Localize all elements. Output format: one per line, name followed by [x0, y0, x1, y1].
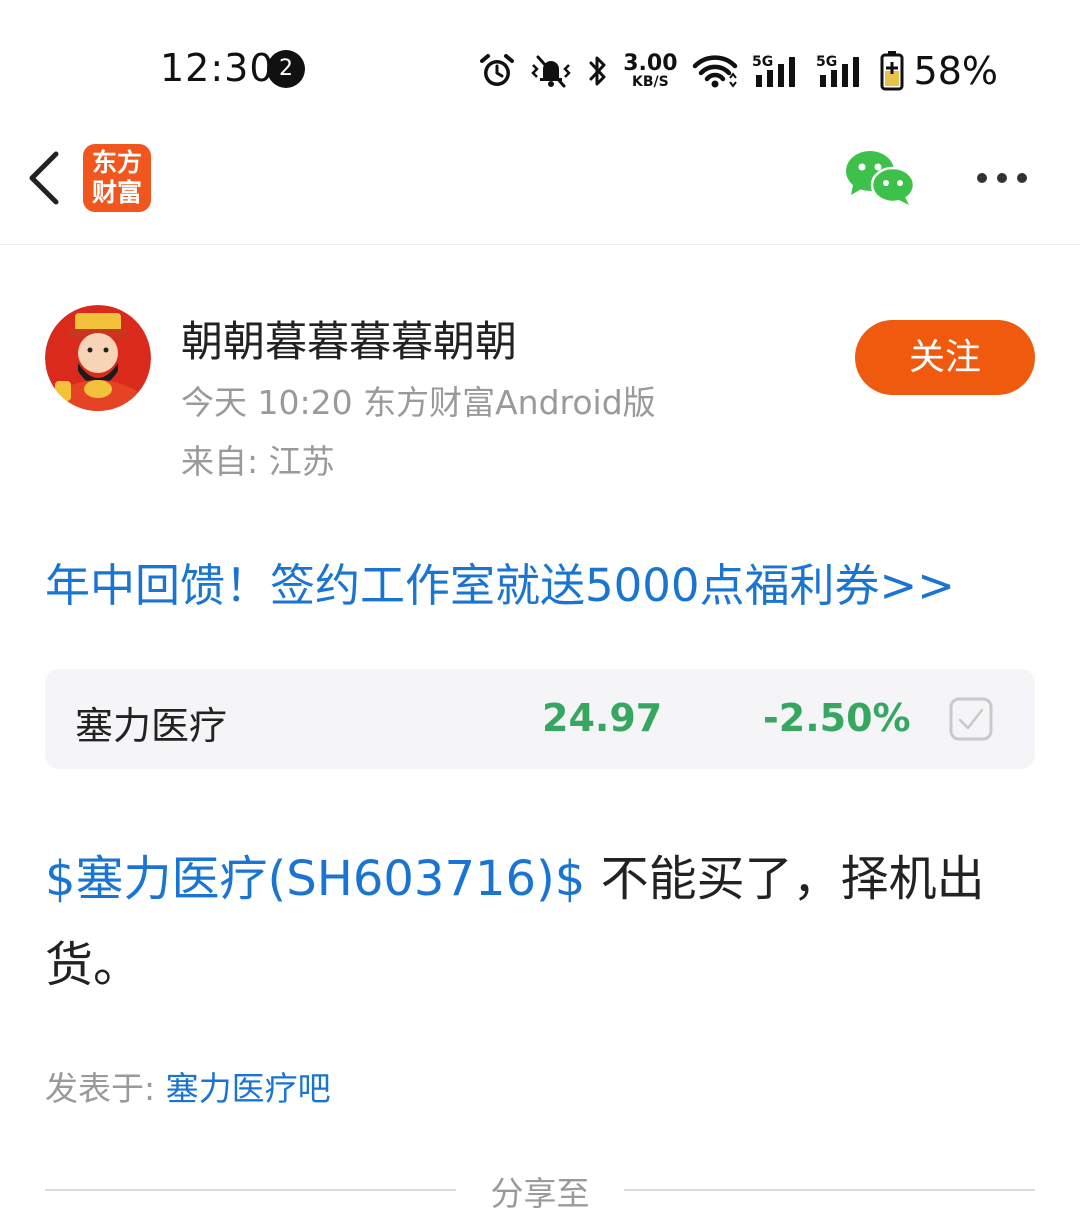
forum-link[interactable]: 塞力医疗吧 [166, 1069, 331, 1108]
nav-bar: 东方 财富 [0, 130, 1080, 245]
status-time: 12:30 [160, 46, 275, 90]
share-label: 分享至 [490, 1174, 590, 1213]
post-meta: 今天 10:20 东方财富Android版 [181, 383, 656, 422]
stock-price: 24.97 [542, 696, 663, 740]
follow-button[interactable]: 关注 [855, 320, 1035, 395]
net-speed-value: 3.00 [623, 51, 678, 76]
battery-charging-icon [880, 51, 904, 91]
add-watchlist-checkbox-icon[interactable] [949, 697, 993, 741]
signal-1-label: 5G [752, 54, 773, 70]
promo-link[interactable]: 年中回馈！签约工作室就送5000点福利券>> [45, 549, 1045, 614]
share-divider: 分享至 [45, 1165, 1035, 1213]
posted-in-label: 发表于: [45, 1069, 166, 1108]
avatar[interactable] [45, 305, 151, 411]
logo-line1: 东方 [91, 148, 142, 177]
status-icons: 3.00 KB/S 5G 5G 58% [479, 46, 998, 96]
more-icon[interactable] [970, 160, 1034, 196]
stock-change: -2.50% [763, 696, 911, 740]
bluetooth-icon [589, 56, 606, 86]
signal-5g-icon: 5G [752, 54, 795, 87]
divider-line-right [624, 1189, 1035, 1191]
stock-tag-link[interactable]: $塞力医疗(SH603716)$ [45, 851, 585, 907]
stock-quote-card[interactable]: 塞力医疗 24.97 -2.50% [45, 669, 1035, 769]
post-location: 来自: 江苏 [181, 442, 335, 481]
net-speed-unit: KB/S [632, 74, 669, 90]
silent-vibrate-icon [531, 55, 572, 88]
logo-line2: 财富 [91, 178, 142, 207]
signal-5g-icon: 5G [816, 54, 859, 87]
stock-name: 塞力医疗 [75, 704, 228, 748]
battery-percent: 58% [913, 49, 998, 93]
post-body: $塞力医疗(SH603716)$ 不能买了，择机出货。 [45, 836, 1035, 1008]
notification-count-badge: 2 [267, 50, 305, 88]
status-bar: 12:30 2 3.00 KB/S 5G 5G 58% [0, 0, 1080, 130]
net-speed: 3.00 KB/S [623, 51, 678, 90]
divider-line-left [45, 1189, 456, 1191]
wechat-icon[interactable] [843, 147, 917, 207]
app-logo[interactable]: 东方 财富 [83, 144, 151, 212]
wifi-icon [692, 55, 737, 88]
posted-in: 发表于: 塞力医疗吧 [45, 1062, 331, 1110]
back-icon[interactable] [22, 148, 66, 208]
author-name[interactable]: 朝朝暮暮暮暮朝朝 [181, 308, 517, 369]
alarm-icon [480, 54, 515, 86]
signal-2-label: 5G [816, 54, 837, 70]
